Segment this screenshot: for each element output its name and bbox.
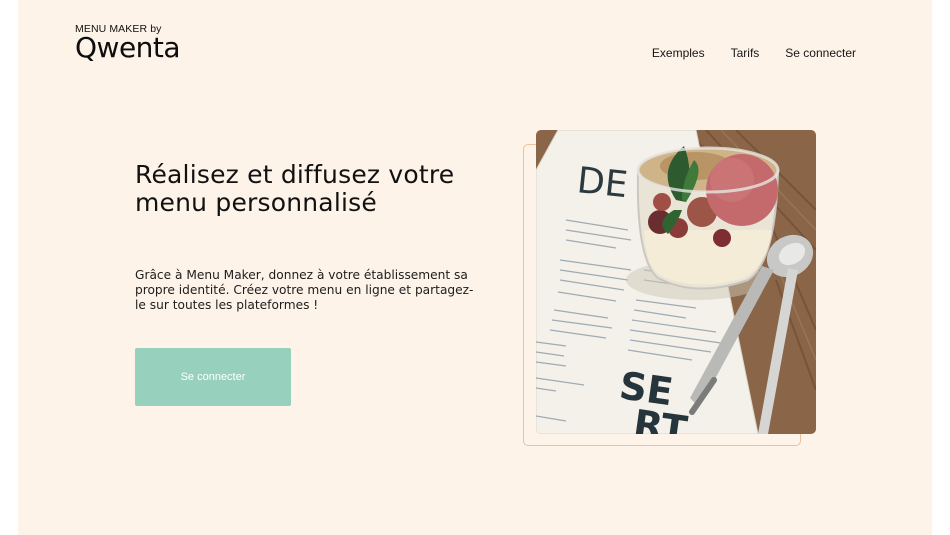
nav-link-login[interactable]: Se connecter: [785, 46, 856, 60]
brand-logo[interactable]: MENU MAKER by Qwenta: [75, 23, 205, 69]
dessert-menu-photo: DE SE RT: [536, 130, 816, 434]
nav-link-examples[interactable]: Exemples: [652, 46, 705, 60]
hero-title: Réalisez et diffusez votre menu personna…: [135, 160, 455, 217]
nav-link-pricing[interactable]: Tarifs: [731, 46, 760, 60]
landing-page: MENU MAKER by Qwenta Exemples Tarifs Se …: [18, 0, 932, 535]
menu-heading-top: DE: [575, 160, 629, 206]
login-button[interactable]: Se connecter: [135, 348, 291, 406]
logo-wordmark: Qwenta: [75, 31, 181, 64]
hero-photo: DE SE RT: [536, 130, 816, 434]
hero-description: Grâce à Menu Maker, donnez à votre établ…: [135, 268, 474, 312]
main-navigation: Exemples Tarifs Se connecter: [652, 46, 856, 60]
